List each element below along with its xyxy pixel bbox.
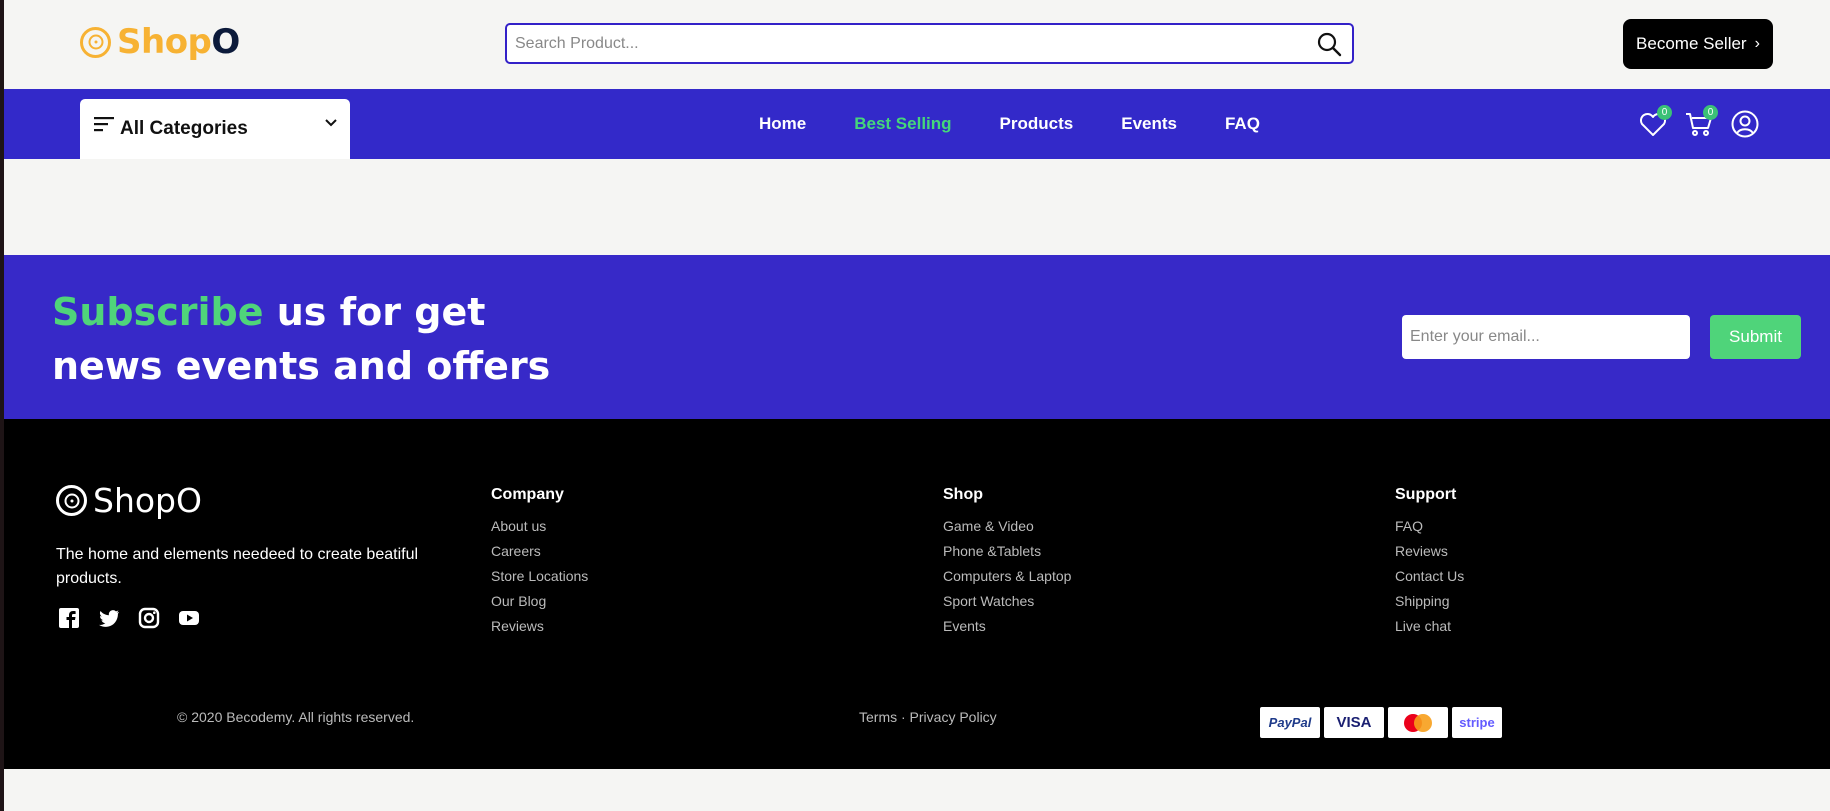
wishlist-button[interactable]: 0 [1638,105,1672,139]
search-input[interactable] [507,25,1287,62]
footer-link-our-blog[interactable]: Our Blog [491,589,588,614]
footer-link-reviews[interactable]: Reviews [491,614,588,639]
cart-button[interactable]: 0 [1684,105,1718,139]
footer-column-title: Shop [943,486,983,503]
footer-column-title: Support [1395,486,1457,503]
footer-link-game-video[interactable]: Game & Video [943,514,1071,539]
content-area [4,159,1830,255]
subscribe-heading: Subscribe us for get news events and off… [52,290,551,388]
legal-links[interactable]: Terms · Privacy Policy [859,709,997,725]
search-icon[interactable] [1316,31,1342,57]
footer-logo-text: ShopO [93,481,202,520]
cart-count-badge: 0 [1703,105,1718,120]
footer-link-computers-laptop[interactable]: Computers & Laptop [943,564,1071,589]
become-seller-button[interactable]: Become Seller › [1623,19,1773,69]
youtube-icon[interactable] [178,607,200,629]
nav-link-home[interactable]: Home [759,114,806,134]
logo-icon [56,485,87,516]
mastercard-logo [1388,707,1448,738]
wishlist-count-badge: 0 [1657,105,1672,120]
footer-link-faq[interactable]: FAQ [1395,514,1464,539]
become-seller-label: Become Seller [1636,34,1747,53]
subscribe-section: Subscribe us for get news events and off… [4,255,1830,419]
footer-link-contact-us[interactable]: Contact Us [1395,564,1464,589]
categories-label: All Categories [120,118,248,139]
logo-icon [80,26,111,58]
footer-link-store-locations[interactable]: Store Locations [491,564,588,589]
footer-link-shipping[interactable]: Shipping [1395,589,1464,614]
twitter-icon[interactable] [98,607,120,629]
footer-column-title: Company [491,486,564,503]
user-icon [1731,110,1759,138]
chevron-down-icon [325,119,337,127]
nav-link-best-selling[interactable]: Best Selling [854,114,951,134]
logo[interactable]: ShopO [80,22,240,62]
footer-link-about-us[interactable]: About us [491,514,588,539]
footer-link-events[interactable]: Events [943,614,1071,639]
footer-description: The home and elements needeed to create … [56,546,419,587]
categories-dropdown[interactable]: All Categories [80,99,350,159]
menu-icon [94,117,114,132]
footer-link-live-chat[interactable]: Live chat [1395,614,1464,639]
nav-link-events[interactable]: Events [1121,114,1177,134]
chevron-right-icon: › [1754,35,1760,52]
visa-logo: VISA [1324,707,1384,738]
nav-links: Home Best Selling Products Events FAQ [759,89,1308,159]
social-links [58,607,200,629]
footer-logo[interactable]: ShopO [56,481,202,520]
payment-methods: PayPal VISA stripe [1260,707,1502,738]
footer-link-careers[interactable]: Careers [491,539,588,564]
header: ShopO Become Seller › [4,0,1830,89]
footer-column-support: Support FAQ Reviews Contact Us Shipping … [1395,486,1464,639]
footer-link-phone-tablets[interactable]: Phone &Tablets [943,539,1071,564]
profile-button[interactable] [1730,109,1760,139]
copyright-text: © 2020 Becodemy. All rights reserved. [177,709,415,725]
logo-text: ShopO [117,22,240,62]
footer-column-company: Company About us Careers Store Locations… [491,486,588,639]
facebook-icon[interactable] [58,607,80,629]
footer: ShopO The home and elements needeed to c… [4,419,1830,769]
stripe-logo: stripe [1452,707,1502,738]
nav-link-products[interactable]: Products [1000,114,1074,134]
main-navbar: All Categories Home Best Selling Product… [4,89,1830,159]
footer-link-reviews[interactable]: Reviews [1395,539,1464,564]
email-field[interactable] [1402,315,1690,359]
search-bar [505,23,1354,64]
nav-link-faq[interactable]: FAQ [1225,114,1260,134]
footer-link-sport-watches[interactable]: Sport Watches [943,589,1071,614]
submit-button[interactable]: Submit [1710,315,1801,359]
footer-column-shop: Shop Game & Video Phone &Tablets Compute… [943,486,1071,639]
instagram-icon[interactable] [138,607,160,629]
page-bottom [4,769,1830,811]
paypal-logo: PayPal [1260,707,1320,738]
